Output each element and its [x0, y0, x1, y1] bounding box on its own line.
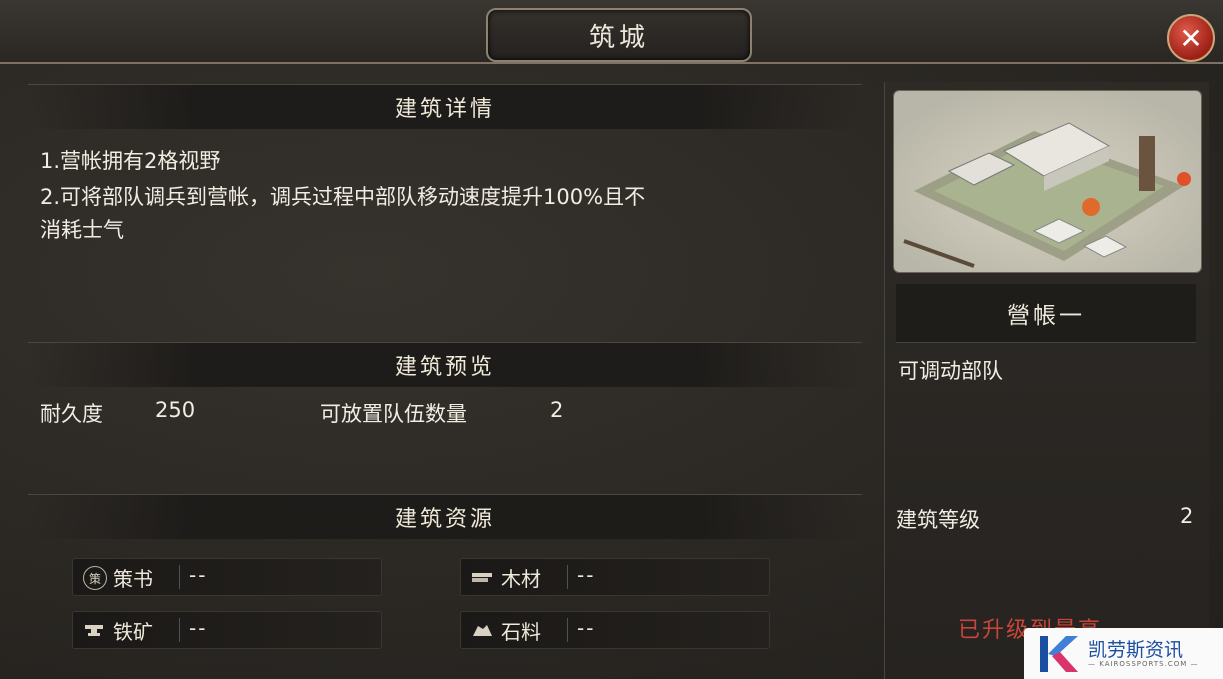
- durability-value: 250: [155, 398, 196, 422]
- divider: [567, 618, 568, 642]
- description-line-1: 1.营帐拥有2格视野: [40, 149, 221, 173]
- resource-iron-ore: 铁矿 --: [72, 611, 382, 649]
- resources-header: 建筑资源: [28, 494, 862, 539]
- resource-strategy-book: 策 策书 --: [72, 558, 382, 596]
- watermark: 凯劳斯资讯 — KAIROSSPORTS.COM —: [1024, 628, 1223, 679]
- description-line-3: 消耗士气: [40, 218, 124, 242]
- resource-value: --: [189, 563, 208, 587]
- resource-value: --: [577, 616, 596, 640]
- building-level-label: 建筑等级: [896, 508, 980, 532]
- building-name: 營帳一: [896, 284, 1196, 343]
- capacity-label: 可放置队伍数量: [320, 402, 467, 426]
- building-level-value: 2: [1180, 504, 1194, 528]
- durability-label: 耐久度: [40, 402, 103, 426]
- watermark-logo-icon: [1040, 636, 1078, 672]
- iron-ore-icon: [83, 619, 105, 641]
- preview-header: 建筑预览: [28, 342, 862, 387]
- resource-value: --: [577, 563, 596, 587]
- resource-stone: 石料 --: [460, 611, 770, 649]
- building-preview-image: [893, 90, 1202, 273]
- dialog-title: 筑城: [486, 8, 752, 62]
- close-button[interactable]: ✕: [1167, 14, 1215, 62]
- stone-icon: [471, 619, 493, 641]
- close-icon: ✕: [1179, 21, 1203, 55]
- resource-value: --: [189, 616, 208, 640]
- resource-label: 策书: [113, 567, 153, 591]
- details-header: 建筑详情: [28, 84, 862, 129]
- resource-label: 石料: [501, 620, 541, 644]
- resource-wood: 木材 --: [460, 558, 770, 596]
- watermark-text: 凯劳斯资讯: [1088, 639, 1184, 661]
- description-line-2: 2.可将部队调兵到营帐，调兵过程中部队移动速度提升100%且不: [40, 185, 646, 209]
- resource-label: 铁矿: [113, 620, 153, 644]
- resource-label: 木材: [501, 567, 541, 591]
- divider: [179, 618, 180, 642]
- watermark-subtext: — KAIROSSPORTS.COM —: [1088, 660, 1199, 668]
- wood-icon: [471, 566, 493, 588]
- capacity-value: 2: [550, 398, 564, 422]
- divider: [567, 565, 568, 589]
- divider: [179, 565, 180, 589]
- building-ability: 可调动部队: [898, 359, 1003, 383]
- strategy-book-icon: 策: [83, 566, 107, 590]
